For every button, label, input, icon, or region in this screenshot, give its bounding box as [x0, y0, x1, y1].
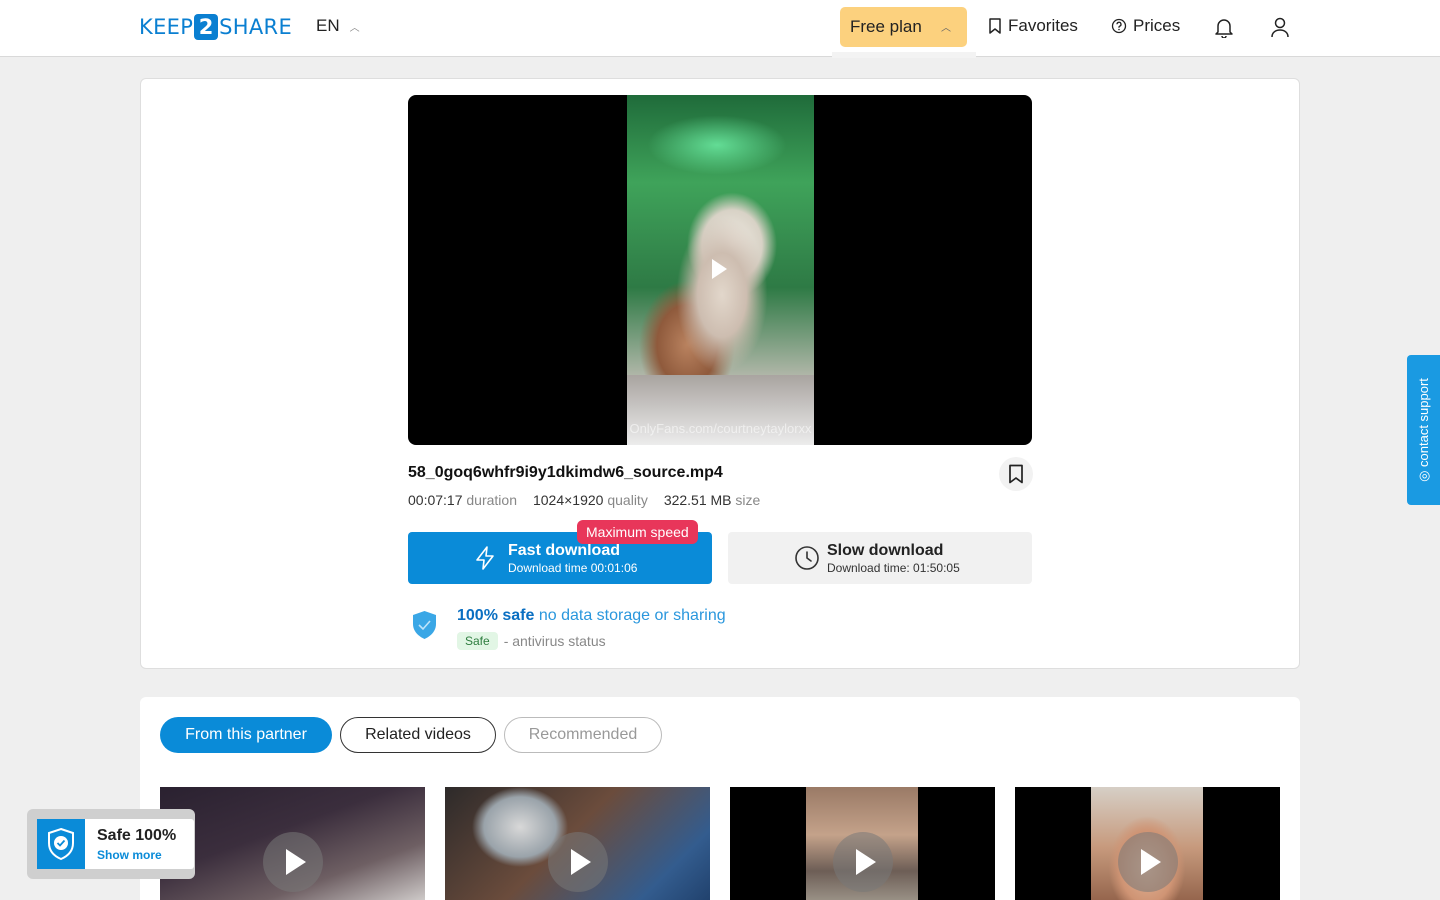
duration-label: duration [466, 492, 517, 508]
play-icon[interactable] [548, 832, 608, 892]
chevron-up-icon: ︿ [349, 22, 360, 34]
keep2share-logo[interactable]: KEEP 2 SHARE [139, 14, 292, 40]
prices-label: Prices [1133, 16, 1181, 35]
meta-quality: 1024×1920 quality [533, 492, 648, 508]
quality-value: 1024×1920 [532, 492, 604, 508]
quality-label: quality [607, 492, 648, 508]
video-player[interactable]: OnlyFans.com/courtneytaylorxx [408, 95, 1032, 445]
lightning-icon [476, 546, 494, 570]
play-icon[interactable] [712, 259, 727, 279]
bookmark-icon [1009, 464, 1023, 484]
antivirus-label: - antivirus status [503, 633, 606, 649]
video-thumbnail[interactable] [1015, 787, 1280, 900]
language-selector[interactable]: EN ︿ [316, 16, 360, 36]
maximum-speed-badge: Maximum speed [577, 520, 698, 544]
add-to-favorites-button[interactable] [999, 457, 1033, 491]
slow-download-button[interactable]: Slow download Download time: 01:50:05 [728, 532, 1032, 584]
play-icon[interactable] [263, 832, 323, 892]
shield-check-icon [48, 827, 74, 861]
safety-rest: no data storage or sharing [538, 607, 726, 624]
file-name: 58_0goq6whfr9i9y1dkimdw6_source.mp4 [408, 464, 723, 481]
play-icon[interactable] [833, 832, 893, 892]
safe-widget-title: Safe 100% [97, 827, 177, 844]
safety-strong: 100% safe [457, 607, 535, 624]
help-circle-icon [1111, 18, 1127, 34]
fast-download-title: Fast download [508, 542, 620, 559]
fast-download-time: Download time 00:01:06 [508, 561, 638, 575]
logo-text-share: SHARE [219, 15, 293, 39]
favorites-label: Favorites [1008, 16, 1078, 35]
clock-icon [795, 546, 819, 570]
frame-glow [647, 115, 787, 175]
plan-dropdown-shadow [832, 52, 976, 58]
notifications-button[interactable] [1212, 15, 1236, 39]
video-thumbnail[interactable] [160, 787, 425, 900]
duration-value: 00:07:17 [408, 492, 463, 508]
language-label: EN [316, 16, 340, 35]
contact-support-tab[interactable]: ◎ contact support [1407, 355, 1440, 505]
antivirus-status: Safe - antivirus status [457, 632, 606, 650]
slow-download-time: Download time: 01:50:05 [827, 561, 960, 575]
size-label: size [735, 492, 761, 508]
play-icon[interactable] [1118, 832, 1178, 892]
bell-icon [1215, 19, 1233, 38]
safety-statement: 100% safe no data storage or sharing [457, 607, 726, 625]
meta-duration: 00:07:17 duration [408, 492, 517, 508]
size-value: 322.51 MB [663, 492, 732, 508]
safe-widget[interactable]: Safe 100% Show more [27, 809, 195, 879]
account-button[interactable] [1268, 15, 1292, 39]
safe-status-badge: Safe [457, 632, 498, 650]
tab-recommended[interactable]: Recommended [504, 717, 662, 753]
tab-from-this-partner[interactable]: From this partner [160, 717, 332, 753]
safe-widget-icon-box [37, 819, 85, 869]
favorites-link[interactable]: Favorites [988, 16, 1078, 36]
tab-related-videos[interactable]: Related videos [340, 717, 496, 753]
plan-dropdown[interactable]: Free plan ︿ [840, 7, 967, 47]
contact-support-label: ◎ contact support [1415, 378, 1431, 482]
user-icon [1271, 17, 1289, 38]
plan-label: Free plan [850, 17, 922, 36]
safe-widget-inner: Safe 100% Show more [37, 819, 194, 869]
logo-text-2: 2 [194, 14, 219, 40]
chevron-up-icon: ︿ [941, 23, 951, 34]
video-thumbnail[interactable] [730, 787, 995, 900]
video-watermark: OnlyFans.com/courtneytaylorxx [629, 421, 812, 436]
prices-link[interactable]: Prices [1111, 16, 1180, 36]
file-meta: 00:07:17 duration 1024×1920 quality 322.… [408, 492, 760, 508]
meta-size: 322.51 MB size [664, 492, 761, 508]
top-header: KEEP 2 SHARE EN ︿ Free plan ︿ Favorites Pr… [0, 0, 1440, 57]
video-thumbnail[interactable] [445, 787, 710, 900]
shield-check-icon [413, 611, 436, 639]
slow-download-title: Slow download [827, 542, 944, 559]
logo-text-keep: KEEP [139, 15, 194, 39]
safe-widget-show-more[interactable]: Show more [97, 848, 162, 862]
bookmark-icon [989, 18, 1001, 34]
